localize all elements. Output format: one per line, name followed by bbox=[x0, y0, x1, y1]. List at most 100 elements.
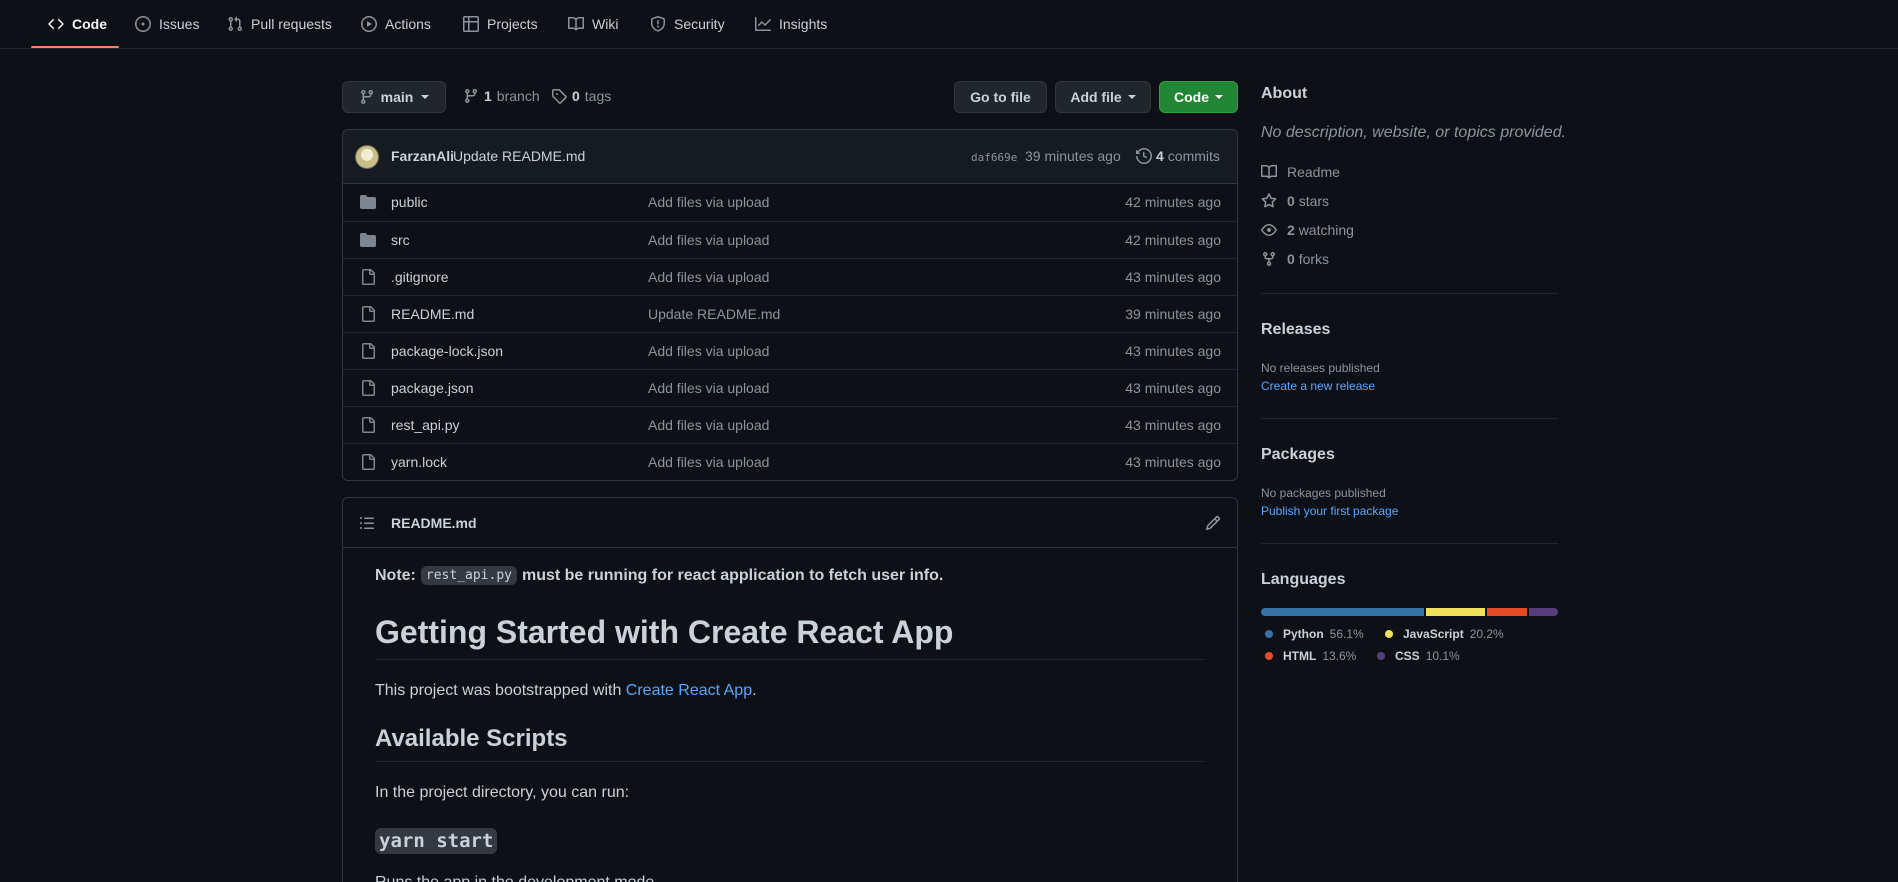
file-icon-wrap bbox=[360, 269, 376, 285]
language-percent: 13.6% bbox=[1322, 649, 1357, 663]
commit-author[interactable]: FarzanAli bbox=[391, 148, 454, 164]
file-commit-message[interactable]: Add files via upload bbox=[648, 380, 769, 396]
language-percent: 56.1% bbox=[1329, 627, 1364, 641]
star-icon bbox=[1261, 193, 1277, 208]
file-name-link[interactable]: package.json bbox=[391, 380, 474, 396]
folder-icon bbox=[360, 195, 376, 209]
avatar[interactable] bbox=[355, 145, 379, 169]
file-name-link[interactable]: rest_api.py bbox=[391, 417, 459, 433]
table-row[interactable]: yarn.lock Add files via upload 43 minutes … bbox=[343, 443, 1237, 480]
book-icon bbox=[568, 16, 584, 31]
tab-pull-requests[interactable]: Pull requests bbox=[227, 0, 332, 48]
tab-issues[interactable]: Issues bbox=[135, 0, 199, 48]
table-row[interactable]: public Add files via upload 42 minutes ago bbox=[343, 184, 1237, 221]
tab-insights[interactable]: Insights bbox=[755, 0, 827, 48]
branch-select-button[interactable]: main bbox=[342, 81, 446, 113]
readme-link[interactable]: Readme bbox=[1261, 162, 1340, 182]
readme-heading-2: Available Scripts bbox=[375, 725, 1205, 762]
table-row[interactable]: package-lock.json Add files via upload 43 … bbox=[343, 332, 1237, 369]
language-item[interactable]: HTML 13.6% bbox=[1265, 648, 1356, 664]
watching-label: watching bbox=[1298, 222, 1354, 238]
branch-count: 1 bbox=[484, 88, 492, 104]
language-name: CSS bbox=[1395, 649, 1420, 663]
tab-projects[interactable]: Projects bbox=[463, 0, 538, 48]
table-row[interactable]: src Add files via upload 42 minutes ago bbox=[343, 221, 1237, 258]
readme-panel: README.md Note: rest_api.py must be runn… bbox=[342, 497, 1238, 882]
table-row[interactable]: .gitignore Add files via upload 43 minutes… bbox=[343, 258, 1237, 295]
branches-link[interactable]: 1 branch bbox=[463, 86, 540, 106]
branch-icon bbox=[464, 89, 477, 104]
file-name-link[interactable]: src bbox=[391, 232, 410, 248]
file-age: 39 minutes ago bbox=[1125, 306, 1221, 322]
file-name-link[interactable]: .gitignore bbox=[391, 269, 449, 285]
commit-message[interactable]: Update README.md bbox=[453, 148, 585, 164]
table-row[interactable]: README.md Update README.md 39 minutes ago bbox=[343, 295, 1237, 332]
list-unordered-icon[interactable] bbox=[359, 515, 375, 531]
file-commit-message[interactable]: Add files via upload bbox=[648, 343, 769, 359]
file-icon bbox=[362, 380, 375, 396]
file-commit-message[interactable]: Add files via upload bbox=[648, 232, 769, 248]
file-commit-message[interactable]: Add files via upload bbox=[648, 454, 769, 470]
tab-wiki[interactable]: Wiki bbox=[568, 0, 618, 48]
eye-icon bbox=[1261, 224, 1277, 236]
language-item[interactable]: Python 56.1% bbox=[1265, 626, 1364, 642]
add-file-button[interactable]: Add file bbox=[1055, 81, 1151, 113]
forks-link[interactable]: 0 forks bbox=[1261, 249, 1329, 269]
readme-note: Note: rest_api.py must be running for re… bbox=[375, 566, 943, 585]
readme-intro: This project was bootstrapped with Creat… bbox=[375, 682, 757, 700]
create-release-link[interactable]: Create a new release bbox=[1261, 379, 1375, 393]
file-age: 42 minutes ago bbox=[1125, 194, 1221, 210]
tab-actions[interactable]: Actions bbox=[361, 0, 431, 48]
file-age: 43 minutes ago bbox=[1125, 269, 1221, 285]
file-browser: FarzanAli Update README.md daf669e 39 mi… bbox=[342, 129, 1238, 481]
intro-suffix: . bbox=[752, 682, 757, 699]
note-prefix: Note: bbox=[375, 566, 416, 584]
stars-link[interactable]: 0 stars bbox=[1261, 191, 1329, 211]
pencil-icon[interactable] bbox=[1205, 515, 1221, 531]
file-name-link[interactable]: package-lock.json bbox=[391, 343, 503, 359]
file-commit-message[interactable]: Add files via upload bbox=[648, 417, 769, 433]
publish-package-link[interactable]: Publish your first package bbox=[1261, 504, 1398, 518]
code-button[interactable]: Code bbox=[1159, 81, 1238, 113]
tab-code[interactable]: Code bbox=[48, 0, 107, 48]
go-to-file-button[interactable]: Go to file bbox=[954, 81, 1047, 113]
table-row[interactable]: package.json Add files via upload 43 minut… bbox=[343, 369, 1237, 406]
commit-count: 4 bbox=[1156, 148, 1164, 164]
forks-label: forks bbox=[1298, 251, 1330, 267]
tab-security[interactable]: Security bbox=[650, 0, 725, 48]
code-icon bbox=[48, 18, 64, 30]
file-icon bbox=[362, 306, 375, 322]
tag-icon bbox=[552, 89, 567, 104]
releases-title[interactable]: Releases bbox=[1261, 321, 1330, 339]
language-name: Python bbox=[1283, 627, 1324, 641]
file-commit-message[interactable]: Add files via upload bbox=[648, 194, 769, 210]
language-percent: 20.2% bbox=[1469, 627, 1504, 641]
tab-insights-label: Insights bbox=[779, 16, 828, 32]
file-commit-message[interactable]: Add files via upload bbox=[648, 269, 769, 285]
tab-code-label: Code bbox=[72, 16, 107, 32]
tags-link[interactable]: 0 tags bbox=[551, 86, 611, 106]
readme-link-label: Readme bbox=[1287, 164, 1340, 180]
chevron-down-icon bbox=[1215, 95, 1223, 99]
table-row[interactable]: rest_api.py Add files via upload 43 minute… bbox=[343, 406, 1237, 443]
latest-commit-bar: FarzanAli Update README.md daf669e 39 mi… bbox=[343, 130, 1237, 184]
language-item[interactable]: CSS 10.1% bbox=[1377, 648, 1460, 664]
readme-title[interactable]: README.md bbox=[391, 515, 477, 531]
packages-title[interactable]: Packages bbox=[1261, 446, 1335, 464]
chevron-down-icon bbox=[1127, 95, 1136, 99]
file-name-link[interactable]: yarn.lock bbox=[391, 454, 447, 470]
file-name-link[interactable]: README.md bbox=[391, 306, 474, 322]
file-icon bbox=[362, 343, 375, 359]
tag-label: tags bbox=[584, 88, 612, 104]
create-react-app-link[interactable]: Create React App bbox=[626, 682, 752, 699]
note-suffix: must be running for react application to… bbox=[521, 566, 944, 584]
commits-link[interactable]: 4 commits bbox=[1136, 148, 1220, 164]
language-item[interactable]: JavaScript 20.2% bbox=[1385, 626, 1504, 642]
watching-link[interactable]: 2 watching bbox=[1261, 220, 1354, 240]
file-commit-message[interactable]: Update README.md bbox=[648, 306, 780, 322]
file-name-link[interactable]: public bbox=[391, 194, 428, 210]
commit-sha[interactable]: daf669e bbox=[971, 151, 1017, 164]
languages-bar bbox=[1261, 608, 1558, 616]
file-age: 43 minutes ago bbox=[1125, 380, 1221, 396]
file-icon bbox=[362, 417, 375, 433]
